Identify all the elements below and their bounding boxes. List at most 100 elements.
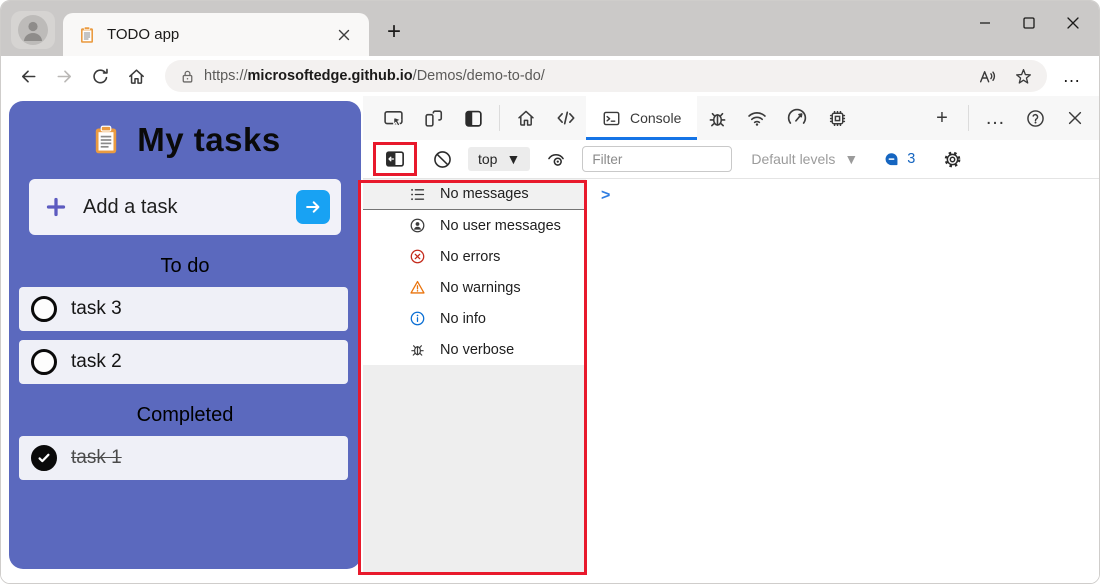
add-task-input[interactable]: Add a task: [29, 179, 341, 235]
console-sidebar-toggle-icon[interactable]: [384, 148, 406, 170]
back-button[interactable]: [11, 60, 45, 92]
activity-bar-layout-icon[interactable]: [453, 96, 493, 140]
issues-count: 3: [907, 151, 915, 167]
error-icon: [409, 248, 426, 265]
tab-close-icon[interactable]: [333, 24, 355, 46]
url-text: https://microsoftedge.github.io/Demos/de…: [204, 68, 965, 84]
page-title: My tasks: [137, 121, 280, 159]
help-icon[interactable]: [1015, 96, 1055, 140]
verbose-bug-icon: [409, 341, 426, 358]
devtools-toolbar-right: + …: [922, 96, 1099, 140]
task-row[interactable]: task 3: [19, 287, 348, 331]
task-label: task 1: [71, 447, 122, 469]
inspect-element-icon[interactable]: [373, 96, 413, 140]
add-task-label: Add a task: [83, 196, 280, 219]
avatar: [18, 15, 48, 45]
new-tab-button[interactable]: +: [379, 17, 409, 47]
issues-counter[interactable]: 3: [883, 151, 915, 168]
toolbar-separator: [499, 105, 500, 131]
todo-section-header: To do: [9, 255, 361, 278]
toolbar-separator: [968, 105, 969, 131]
tab-welcome-home-icon[interactable]: [506, 96, 546, 140]
add-panel-button[interactable]: +: [922, 96, 962, 140]
console-toolbar: top ▼ Default levels ▼: [363, 140, 1099, 179]
url-host: microsoftedge.github.io: [248, 68, 413, 84]
console-filter-input[interactable]: [582, 146, 732, 172]
window-controls: [963, 1, 1095, 45]
tab-console[interactable]: Console: [586, 96, 697, 140]
issues-bubble-icon: [883, 151, 900, 168]
warning-icon: [409, 279, 426, 296]
todo-app-panel: My tasks Add a task To do: [9, 101, 361, 569]
live-expression-eye-icon[interactable]: [545, 148, 567, 170]
task-row[interactable]: task 2: [19, 340, 348, 384]
console-tab-label: Console: [630, 110, 681, 126]
maximize-button[interactable]: [1007, 1, 1051, 45]
task-checkbox-checked[interactable]: [31, 445, 57, 471]
forward-button[interactable]: [47, 60, 81, 92]
console-settings-gear-icon[interactable]: [942, 149, 963, 170]
tab-debugger-bug-icon[interactable]: [697, 96, 737, 140]
sidebar-item-label: No warnings: [440, 280, 521, 296]
browser-window: TODO app +: [0, 0, 1100, 584]
sidebar-item-label: No user messages: [440, 218, 561, 234]
sidebar-item-label: No verbose: [440, 342, 514, 358]
person-icon: [18, 15, 48, 45]
task-label: task 2: [71, 351, 122, 373]
submit-task-button[interactable]: [296, 190, 330, 224]
sidebar-item-label: No messages: [440, 186, 529, 202]
sidebar-item-warnings[interactable]: No warnings: [363, 272, 586, 303]
console-sidebar: No messages No user messages: [363, 179, 586, 573]
profile-button[interactable]: [11, 11, 55, 49]
annotation-box-sidebar-toggle: [373, 142, 417, 176]
task-checkbox[interactable]: [31, 296, 57, 322]
clipboard-icon: [89, 121, 123, 159]
sidebar-item-errors[interactable]: No errors: [363, 241, 586, 272]
frame-context-value: top: [478, 151, 497, 167]
chevron-down-icon: ▼: [506, 151, 520, 167]
task-row[interactable]: task 1: [19, 436, 348, 480]
devtools-more-button[interactable]: …: [975, 96, 1015, 140]
close-window-button[interactable]: [1051, 1, 1095, 45]
frame-context-selector[interactable]: top ▼: [468, 147, 530, 171]
sidebar-item-label: No info: [440, 311, 486, 327]
url-path: /Demos/demo-to-do/: [413, 68, 545, 84]
minimize-button[interactable]: [963, 1, 1007, 45]
sidebar-item-all-messages[interactable]: No messages: [363, 179, 586, 210]
task-checkbox[interactable]: [31, 349, 57, 375]
task-label: task 3: [71, 298, 122, 320]
sidebar-empty-area: [363, 365, 586, 573]
list-icon: [409, 186, 426, 203]
browser-menu-button[interactable]: …: [1055, 60, 1089, 92]
sidebar-item-user-messages[interactable]: No user messages: [363, 210, 586, 241]
info-icon: [409, 310, 426, 327]
console-output[interactable]: >: [586, 179, 1099, 583]
console-icon: [602, 109, 621, 128]
tab-title: TODO app: [107, 26, 323, 43]
clear-console-icon[interactable]: [432, 149, 453, 170]
read-aloud-icon[interactable]: [973, 62, 1001, 90]
tab-network-wifi-icon[interactable]: [737, 96, 777, 140]
plus-icon: [45, 196, 67, 218]
close-devtools-icon[interactable]: [1055, 96, 1095, 140]
refresh-button[interactable]: [83, 60, 117, 92]
sidebar-item-info[interactable]: No info: [363, 303, 586, 334]
favorites-star-icon[interactable]: [1009, 62, 1037, 90]
devtools-toolbar: Console: [363, 96, 1099, 140]
lock-icon: [179, 68, 196, 85]
tab-bar: TODO app +: [1, 1, 1099, 56]
home-button[interactable]: [119, 60, 153, 92]
sidebar-item-label: No errors: [440, 249, 500, 265]
device-emulation-icon[interactable]: [413, 96, 453, 140]
address-bar[interactable]: https://microsoftedge.github.io/Demos/de…: [165, 60, 1047, 92]
tab-performance-gauge-icon[interactable]: [777, 96, 817, 140]
console-prompt-chevron: >: [601, 187, 610, 204]
tab-elements-code-icon[interactable]: [546, 96, 586, 140]
log-levels-label: Default levels: [751, 151, 835, 167]
browser-tab[interactable]: TODO app: [63, 13, 369, 56]
log-levels-selector[interactable]: Default levels ▼: [751, 151, 858, 167]
page-viewport: My tasks Add a task To do: [1, 96, 363, 583]
sidebar-item-verbose[interactable]: No verbose: [363, 334, 586, 365]
console-body: No messages No user messages: [363, 179, 1099, 583]
tab-memory-chip-icon[interactable]: [817, 96, 857, 140]
